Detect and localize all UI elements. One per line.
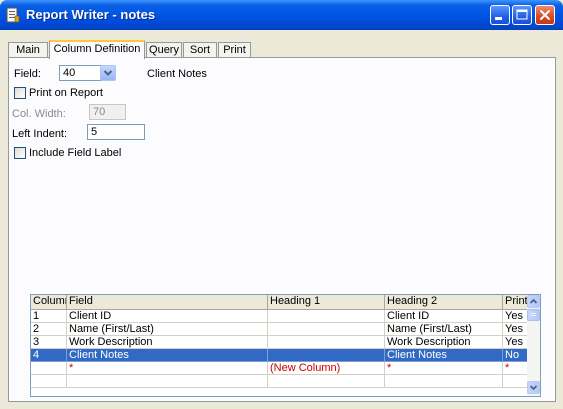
left-indent-input[interactable]: 5 — [87, 124, 145, 140]
grid-vertical-scrollbar[interactable] — [527, 295, 540, 396]
app-icon[interactable] — [6, 7, 20, 23]
header-field[interactable]: Field — [67, 295, 268, 309]
cell-column[interactable] — [31, 362, 67, 375]
empty-row — [31, 375, 528, 388]
tab-column-definition[interactable]: Column Definition — [49, 40, 145, 59]
maximize-button[interactable] — [512, 5, 532, 25]
cell-field[interactable]: Client ID — [67, 310, 268, 323]
chevron-down-icon — [103, 70, 113, 76]
column-grid[interactable]: Column Field Heading 1 Heading 2 Print 1… — [30, 294, 541, 397]
left-indent-value: 5 — [91, 126, 98, 138]
tab-query[interactable]: Query — [146, 42, 182, 57]
tab-main[interactable]: Main — [8, 42, 48, 57]
new-column-row[interactable]: * (New Column) * * — [31, 362, 528, 375]
cell-print[interactable]: Yes — [503, 323, 528, 336]
table-row[interactable]: 1 Client ID Client ID Yes — [31, 310, 528, 323]
header-heading-2[interactable]: Heading 2 — [385, 295, 503, 309]
header-heading-1[interactable]: Heading 1 — [268, 295, 385, 309]
scroll-up-button[interactable] — [527, 295, 540, 308]
window-title: Report Writer - notes — [26, 7, 156, 22]
empty-cell — [31, 375, 67, 388]
cell-heading-2[interactable]: Client Notes — [385, 349, 503, 362]
maximize-icon — [516, 9, 528, 20]
empty-cell — [268, 375, 385, 388]
print-on-report-label: Print on Report — [29, 87, 103, 99]
cell-field[interactable]: Name (First/Last) — [67, 323, 268, 336]
cell-field[interactable]: Client Notes — [67, 349, 268, 362]
cell-column[interactable]: 2 — [31, 323, 67, 336]
title-bar[interactable]: Report Writer - notes — [0, 0, 563, 30]
table-row-selected[interactable]: 4 Client Notes Client Notes No — [31, 349, 528, 362]
left-indent-label: Left Indent: — [12, 128, 68, 140]
cell-column[interactable]: 4 — [31, 349, 67, 362]
cell-heading-1[interactable] — [268, 323, 385, 336]
print-on-report-checkbox[interactable] — [14, 87, 26, 99]
scroll-down-button[interactable] — [527, 381, 540, 394]
include-field-label-checkbox[interactable] — [14, 147, 26, 159]
cell-heading-2[interactable]: * — [385, 362, 503, 375]
cell-heading-1[interactable] — [268, 310, 385, 323]
minimize-icon — [495, 17, 502, 20]
cell-print[interactable]: Yes — [503, 336, 528, 349]
field-label: Field: — [14, 68, 41, 80]
header-print[interactable]: Print — [503, 295, 528, 309]
table-row[interactable]: 3 Work Description Work Description Yes — [31, 336, 528, 349]
cell-heading-1[interactable] — [268, 336, 385, 349]
cell-heading-1[interactable] — [268, 349, 385, 362]
scroll-thumb[interactable] — [527, 309, 540, 321]
cell-heading-2[interactable]: Client ID — [385, 310, 503, 323]
empty-cell — [67, 375, 268, 388]
cell-print[interactable]: Yes — [503, 310, 528, 323]
grid-header: Column Field Heading 1 Heading 2 Print — [31, 295, 528, 310]
field-name-display: Client Notes — [147, 68, 207, 80]
chevron-down-icon — [529, 385, 538, 391]
tab-print[interactable]: Print — [218, 42, 251, 57]
empty-cell — [385, 375, 503, 388]
chevron-up-icon — [529, 298, 538, 304]
cell-column[interactable]: 1 — [31, 310, 67, 323]
col-width-label: Col. Width: — [12, 108, 66, 120]
field-dropdown-button[interactable] — [100, 65, 116, 81]
cell-print[interactable]: * — [503, 362, 528, 375]
cell-field[interactable]: Work Description — [67, 336, 268, 349]
field-select-value: 40 — [63, 67, 76, 79]
include-field-label-label: Include Field Label — [29, 147, 122, 159]
col-width-value: 70 — [93, 106, 106, 118]
cell-heading-2[interactable]: Name (First/Last) — [385, 323, 503, 336]
close-icon — [540, 10, 550, 20]
cell-heading-2[interactable]: Work Description — [385, 336, 503, 349]
tab-sort[interactable]: Sort — [183, 42, 217, 57]
tab-strip: Main Column Definition Query Sort Print — [8, 40, 268, 59]
cell-print[interactable]: No — [503, 349, 528, 362]
col-width-input[interactable]: 70 — [89, 104, 126, 120]
grip-icon — [531, 313, 536, 316]
cell-heading-1[interactable]: (New Column) — [268, 362, 385, 375]
minimize-button[interactable] — [490, 5, 510, 25]
table-row[interactable]: 2 Name (First/Last) Name (First/Last) Ye… — [31, 323, 528, 336]
cell-column[interactable]: 3 — [31, 336, 67, 349]
cell-field[interactable]: * — [67, 362, 268, 375]
header-column[interactable]: Column — [31, 295, 67, 309]
close-button[interactable] — [535, 5, 555, 25]
report-writer-window: Report Writer - notes Main Column Defini… — [0, 0, 563, 409]
empty-cell — [503, 375, 528, 388]
